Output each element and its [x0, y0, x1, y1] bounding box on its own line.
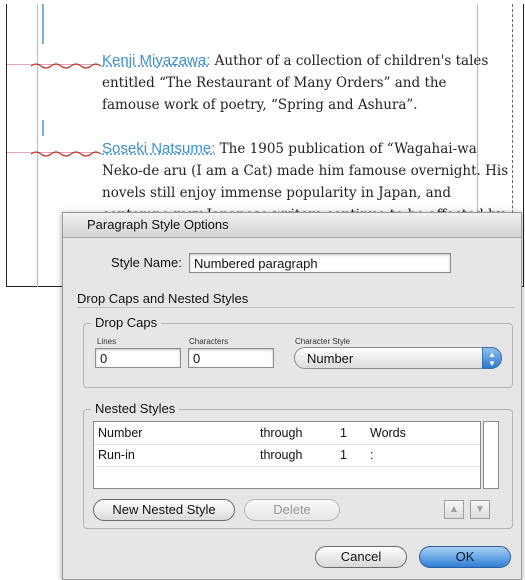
squiggle-mark: [31, 63, 101, 69]
drop-caps-group-label: Drop Caps: [91, 315, 162, 330]
margin-guide: [37, 4, 38, 287]
new-nested-style-button[interactable]: New Nested Style: [93, 499, 235, 521]
list-scrollbar[interactable]: [483, 421, 499, 489]
ok-button[interactable]: OK: [419, 546, 511, 568]
nested-style-name[interactable]: Number: [98, 426, 142, 440]
character-style-label: Character Style: [295, 337, 351, 346]
nested-style-count[interactable]: 1: [340, 426, 347, 440]
nested-style-through[interactable]: through: [260, 448, 302, 462]
squiggle-mark: [31, 151, 101, 157]
nested-style-unit[interactable]: Words: [370, 426, 406, 440]
text-frame-edge: [42, 120, 44, 136]
triangle-up-icon: ▲: [449, 504, 459, 515]
nested-style-through[interactable]: through: [260, 426, 302, 440]
style-name-field[interactable]: Numbered paragraph: [189, 253, 451, 273]
characters-field[interactable]: 0: [188, 348, 274, 368]
cancel-button[interactable]: Cancel: [315, 546, 407, 568]
move-up-button[interactable]: ▲: [444, 500, 464, 519]
move-down-button[interactable]: ▼: [470, 500, 490, 519]
paragraph[interactable]: Kenji Miyazawa: Author of a collection o…: [102, 50, 492, 116]
nested-style-name[interactable]: Run-in: [98, 448, 135, 462]
dialog-title: Paragraph Style Options: [87, 217, 229, 232]
section-title: Drop Caps and Nested Styles: [77, 291, 249, 306]
list-item[interactable]: Run-in through 1 :: [94, 446, 480, 467]
lines-label: Lines: [97, 337, 117, 346]
dialog-titlebar[interactable]: Paragraph Style Options: [63, 213, 521, 238]
section-divider: [77, 307, 515, 308]
nested-styles-group-label: Nested Styles: [91, 401, 180, 416]
character-style-select[interactable]: Number ▲ ▼: [294, 347, 502, 369]
character-style-value: Number: [307, 351, 354, 366]
nested-styles-list[interactable]: Number through 1 Words Run-in through 1 …: [93, 421, 481, 489]
characters-label: Characters: [189, 337, 229, 346]
run-in-name: Kenji Miyazawa:: [102, 52, 211, 69]
nested-style-count[interactable]: 1: [340, 448, 347, 462]
nested-style-unit[interactable]: :: [370, 448, 373, 462]
paragraph-style-options-dialog: Paragraph Style Options Style Name: Numb…: [62, 212, 522, 580]
list-item[interactable]: Number through 1 Words: [94, 424, 480, 445]
lines-field[interactable]: 0: [95, 348, 181, 368]
style-name-label: Style Name:: [111, 255, 182, 270]
text-frame-edge: [42, 4, 44, 44]
run-in-name: Soseki Natsume:: [102, 140, 216, 157]
delete-button[interactable]: Delete: [244, 499, 340, 521]
triangle-down-icon: ▼: [475, 504, 485, 515]
